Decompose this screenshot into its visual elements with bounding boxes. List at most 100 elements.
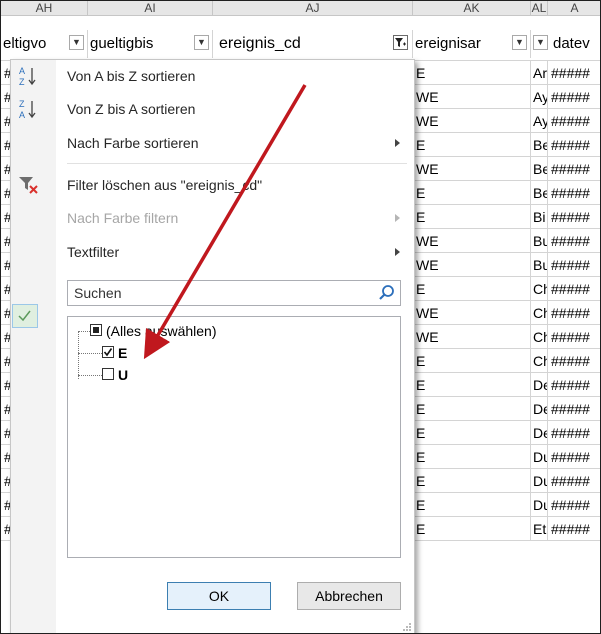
- ok-button[interactable]: OK: [167, 582, 271, 610]
- column-header-ah[interactable]: AH: [1, 1, 88, 15]
- cell-ereignisart[interactable]: E: [413, 349, 531, 373]
- filter-active-icon[interactable]: [393, 35, 408, 50]
- column-header-ai[interactable]: AI: [88, 1, 213, 15]
- cell-al[interactable]: Be: [531, 133, 548, 157]
- cell-ereignisart[interactable]: E: [413, 445, 531, 469]
- cell-datev[interactable]: #####: [548, 229, 600, 253]
- cell-ereignisart[interactable]: WE: [413, 301, 531, 325]
- cell-al[interactable]: Du: [531, 445, 548, 469]
- cell-datev[interactable]: #####: [548, 397, 600, 421]
- cell-al[interactable]: De: [531, 397, 548, 421]
- cell-ereignisart[interactable]: WE: [413, 157, 531, 181]
- cell-ereignisart[interactable]: WE: [413, 109, 531, 133]
- cell-al[interactable]: Et: [531, 517, 548, 541]
- cell-datev[interactable]: #####: [548, 301, 600, 325]
- menu-item-filter-by-color: Nach Farbe filtern: [11, 202, 414, 234]
- cell-al[interactable]: Ch: [531, 277, 548, 301]
- cell-datev[interactable]: #####: [548, 181, 600, 205]
- search-icon[interactable]: [378, 284, 396, 302]
- cell-ereignisart[interactable]: E: [413, 205, 531, 229]
- cell-datev[interactable]: #####: [548, 349, 600, 373]
- menu-item-sort-za[interactable]: Z A Von Z bis A sortieren: [11, 93, 414, 125]
- field-header-gueltigbis: gueltigbis ▼: [88, 30, 213, 58]
- field-header-label: ereignis_cd: [219, 35, 301, 52]
- cell-al[interactable]: Ay: [531, 85, 548, 109]
- cell-datev[interactable]: #####: [548, 517, 600, 541]
- column-header-am[interactable]: A: [548, 1, 600, 15]
- cell-al[interactable]: Bu: [531, 253, 548, 277]
- submenu-arrow-icon: [395, 214, 400, 222]
- field-header-row: eltigvo ▼ gueltigbis ▼ ereignis_cd ereig…: [1, 16, 600, 61]
- cell-al[interactable]: Bi: [531, 205, 548, 229]
- cell-datev[interactable]: #####: [548, 469, 600, 493]
- list-item[interactable]: E: [102, 342, 127, 364]
- menu-item-label: Nach Farbe sortieren: [67, 135, 199, 151]
- tree-line: [78, 353, 102, 354]
- submenu-arrow-icon: [395, 248, 400, 256]
- cell-ereignisart[interactable]: WE: [413, 229, 531, 253]
- column-header-aj[interactable]: AJ: [213, 1, 413, 15]
- svg-text:Z: Z: [19, 77, 25, 87]
- cell-al[interactable]: De: [531, 421, 548, 445]
- cancel-button[interactable]: Abbrechen: [297, 582, 401, 610]
- cell-al[interactable]: Be: [531, 157, 548, 181]
- cell-ereignisart[interactable]: E: [413, 133, 531, 157]
- list-item-select-all[interactable]: (Alles auswählen): [90, 320, 217, 342]
- menu-item-text-filter[interactable]: Textfilter: [11, 236, 414, 268]
- cell-al[interactable]: Be: [531, 181, 548, 205]
- search-input[interactable]: Suchen: [67, 280, 401, 306]
- cell-ereignisart[interactable]: WE: [413, 325, 531, 349]
- dropdown-arrow-icon[interactable]: ▼: [69, 35, 84, 50]
- cell-al[interactable]: Bu: [531, 229, 548, 253]
- cell-datev[interactable]: #####: [548, 61, 600, 85]
- field-header-ereignis-cd: ereignis_cd: [213, 30, 413, 58]
- cell-al[interactable]: Du: [531, 469, 548, 493]
- cell-datev[interactable]: #####: [548, 85, 600, 109]
- cell-al[interactable]: De: [531, 373, 548, 397]
- field-header-gueltigvon: eltigvo ▼: [1, 30, 88, 58]
- dropdown-arrow-icon[interactable]: ▼: [194, 35, 209, 50]
- cell-al[interactable]: Ch: [531, 325, 548, 349]
- checkbox-u[interactable]: [102, 368, 114, 380]
- cell-al[interactable]: Ay: [531, 109, 548, 133]
- cell-ereignisart[interactable]: E: [413, 469, 531, 493]
- cell-ereignisart[interactable]: E: [413, 493, 531, 517]
- cell-datev[interactable]: #####: [548, 133, 600, 157]
- cell-ereignisart[interactable]: E: [413, 373, 531, 397]
- cell-ereignisart[interactable]: E: [413, 517, 531, 541]
- cell-datev[interactable]: #####: [548, 493, 600, 517]
- list-item[interactable]: U: [102, 364, 128, 386]
- cell-datev[interactable]: #####: [548, 109, 600, 133]
- column-header-ak[interactable]: AK: [413, 1, 531, 15]
- cell-ereignisart[interactable]: E: [413, 61, 531, 85]
- cell-datev[interactable]: #####: [548, 157, 600, 181]
- menu-item-clear-filter[interactable]: Filter löschen aus "ereignis_cd": [11, 169, 414, 201]
- menu-item-sort-az[interactable]: A Z Von A bis Z sortieren: [11, 60, 414, 92]
- submenu-arrow-icon: [395, 139, 400, 147]
- cell-datev[interactable]: #####: [548, 445, 600, 469]
- menu-item-sort-by-color[interactable]: Nach Farbe sortieren: [11, 127, 414, 159]
- select-all-checkbox[interactable]: [90, 324, 102, 336]
- dropdown-arrow-icon[interactable]: ▼: [533, 35, 548, 50]
- cell-ereignisart[interactable]: E: [413, 397, 531, 421]
- column-header-al[interactable]: AL: [531, 1, 548, 15]
- cell-datev[interactable]: #####: [548, 325, 600, 349]
- cell-al[interactable]: Ch: [531, 349, 548, 373]
- cell-datev[interactable]: #####: [548, 205, 600, 229]
- cell-ereignisart[interactable]: E: [413, 421, 531, 445]
- cell-datev[interactable]: #####: [548, 421, 600, 445]
- cell-datev[interactable]: #####: [548, 277, 600, 301]
- svg-text:A: A: [19, 110, 25, 120]
- cell-datev[interactable]: #####: [548, 373, 600, 397]
- checkbox-e[interactable]: [102, 346, 114, 358]
- cell-ereignisart[interactable]: E: [413, 277, 531, 301]
- cell-ereignisart[interactable]: WE: [413, 253, 531, 277]
- cell-al[interactable]: Ar: [531, 61, 548, 85]
- cell-ereignisart[interactable]: E: [413, 181, 531, 205]
- resize-grip-icon[interactable]: [402, 622, 412, 632]
- cell-ereignisart[interactable]: WE: [413, 85, 531, 109]
- cell-al[interactable]: Ch: [531, 301, 548, 325]
- cell-al[interactable]: Du: [531, 493, 548, 517]
- cell-datev[interactable]: #####: [548, 253, 600, 277]
- dropdown-arrow-icon[interactable]: ▼: [512, 35, 527, 50]
